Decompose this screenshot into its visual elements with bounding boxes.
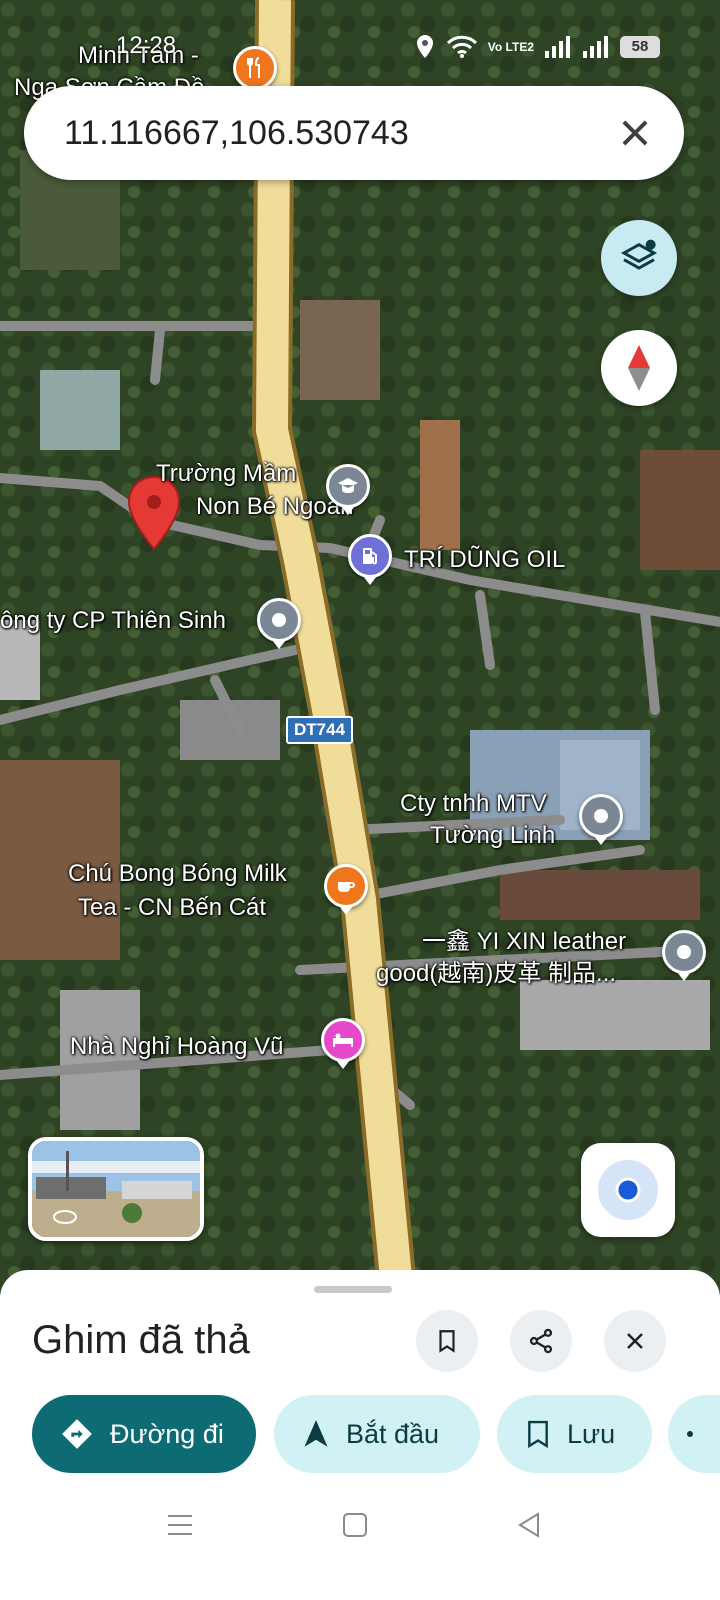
battery-icon: 58 [620, 36, 660, 58]
close-icon[interactable] [616, 114, 654, 152]
place-pin-icon[interactable] [257, 598, 301, 642]
more-action-button[interactable] [668, 1395, 720, 1473]
home-icon[interactable] [342, 1512, 368, 1538]
cafe-pin-icon[interactable] [324, 864, 368, 908]
my-location-button[interactable] [581, 1143, 675, 1237]
place-label-yi-xin[interactable]: 一鑫 YI XIN leather [422, 928, 626, 956]
sheet-title: Ghim đã thả [32, 1318, 250, 1362]
gas-station-pin-icon[interactable] [348, 534, 392, 578]
place-label-bong-bong-2[interactable]: Tea - CN Bến Cát [78, 894, 266, 922]
start-label: Bắt đầu [346, 1418, 440, 1449]
share-icon [687, 1431, 693, 1437]
wifi-icon [446, 35, 477, 58]
place-label-hoang-vu[interactable]: Nhà Nghỉ Hoàng Vũ [70, 1033, 283, 1061]
school-pin-icon[interactable] [326, 464, 370, 508]
status-bar: 12:28 Vo LTE2 58 [0, 28, 720, 68]
directions-button[interactable]: Đường đi [32, 1395, 256, 1473]
place-pin-icon[interactable] [662, 930, 706, 974]
search-bar[interactable]: 11.116667,106.530743 [24, 86, 684, 180]
place-label-thien-sinh[interactable]: ông ty CP Thiên Sinh [0, 607, 226, 635]
location-status-icon [416, 35, 433, 58]
save-label: Lưu [567, 1418, 616, 1449]
bookmark-icon [439, 1330, 455, 1353]
navigation-arrow-icon [304, 1420, 328, 1447]
compass-icon [628, 345, 650, 391]
place-label-yi-xin-2[interactable]: good(越南)皮革 制品... [376, 960, 616, 988]
place-pin-icon[interactable] [579, 794, 623, 838]
bookmark-icon [528, 1420, 548, 1449]
place-label-bong-bong[interactable]: Chú Bong Bóng Milk [68, 860, 287, 888]
search-query[interactable]: 11.116667,106.530743 [64, 114, 409, 153]
satellite-imagery [0, 0, 720, 1320]
directions-icon [62, 1419, 92, 1449]
close-sheet-button[interactable] [604, 1310, 666, 1372]
lodging-pin-icon[interactable] [321, 1018, 365, 1062]
close-icon [627, 1333, 643, 1349]
menu-icon[interactable] [166, 1512, 194, 1538]
start-button[interactable]: Bắt đầu [274, 1395, 480, 1473]
layers-icon [620, 239, 658, 270]
directions-label: Đường đi [110, 1418, 224, 1449]
save-icon-button[interactable] [416, 1310, 478, 1372]
my-location-icon [598, 1160, 658, 1220]
save-button[interactable]: Lưu [497, 1395, 652, 1473]
share-icon [529, 1328, 553, 1354]
street-view-thumbnail[interactable] [28, 1137, 204, 1241]
road-shield-dt744: DT744 [286, 716, 354, 744]
share-button[interactable] [510, 1310, 572, 1372]
place-label-tri-dung-oil[interactable]: TRÍ DŨNG OIL [404, 546, 565, 574]
drag-handle[interactable] [314, 1286, 392, 1293]
signal-2-icon [583, 36, 608, 58]
map-view[interactable]: DT744 Minh Tâm - Nga Sơn Cầm Đồ Trường M… [0, 0, 720, 1320]
layers-button[interactable] [601, 220, 677, 296]
network-label: Vo LTE2 [487, 40, 534, 54]
system-nav-bar [0, 1490, 720, 1600]
place-label-tuong-linh[interactable]: Cty tnhh MTV [400, 790, 547, 818]
rotate-360-icon [53, 1210, 77, 1224]
status-time: 12:28 [116, 32, 177, 59]
signal-1-icon [545, 36, 570, 58]
place-label-truong-mam-non[interactable]: Trường Mầm [156, 460, 296, 488]
compass-button[interactable] [601, 330, 677, 406]
place-label-tuong-linh-2[interactable]: Tường Linh [430, 822, 555, 850]
back-icon[interactable] [516, 1512, 542, 1538]
